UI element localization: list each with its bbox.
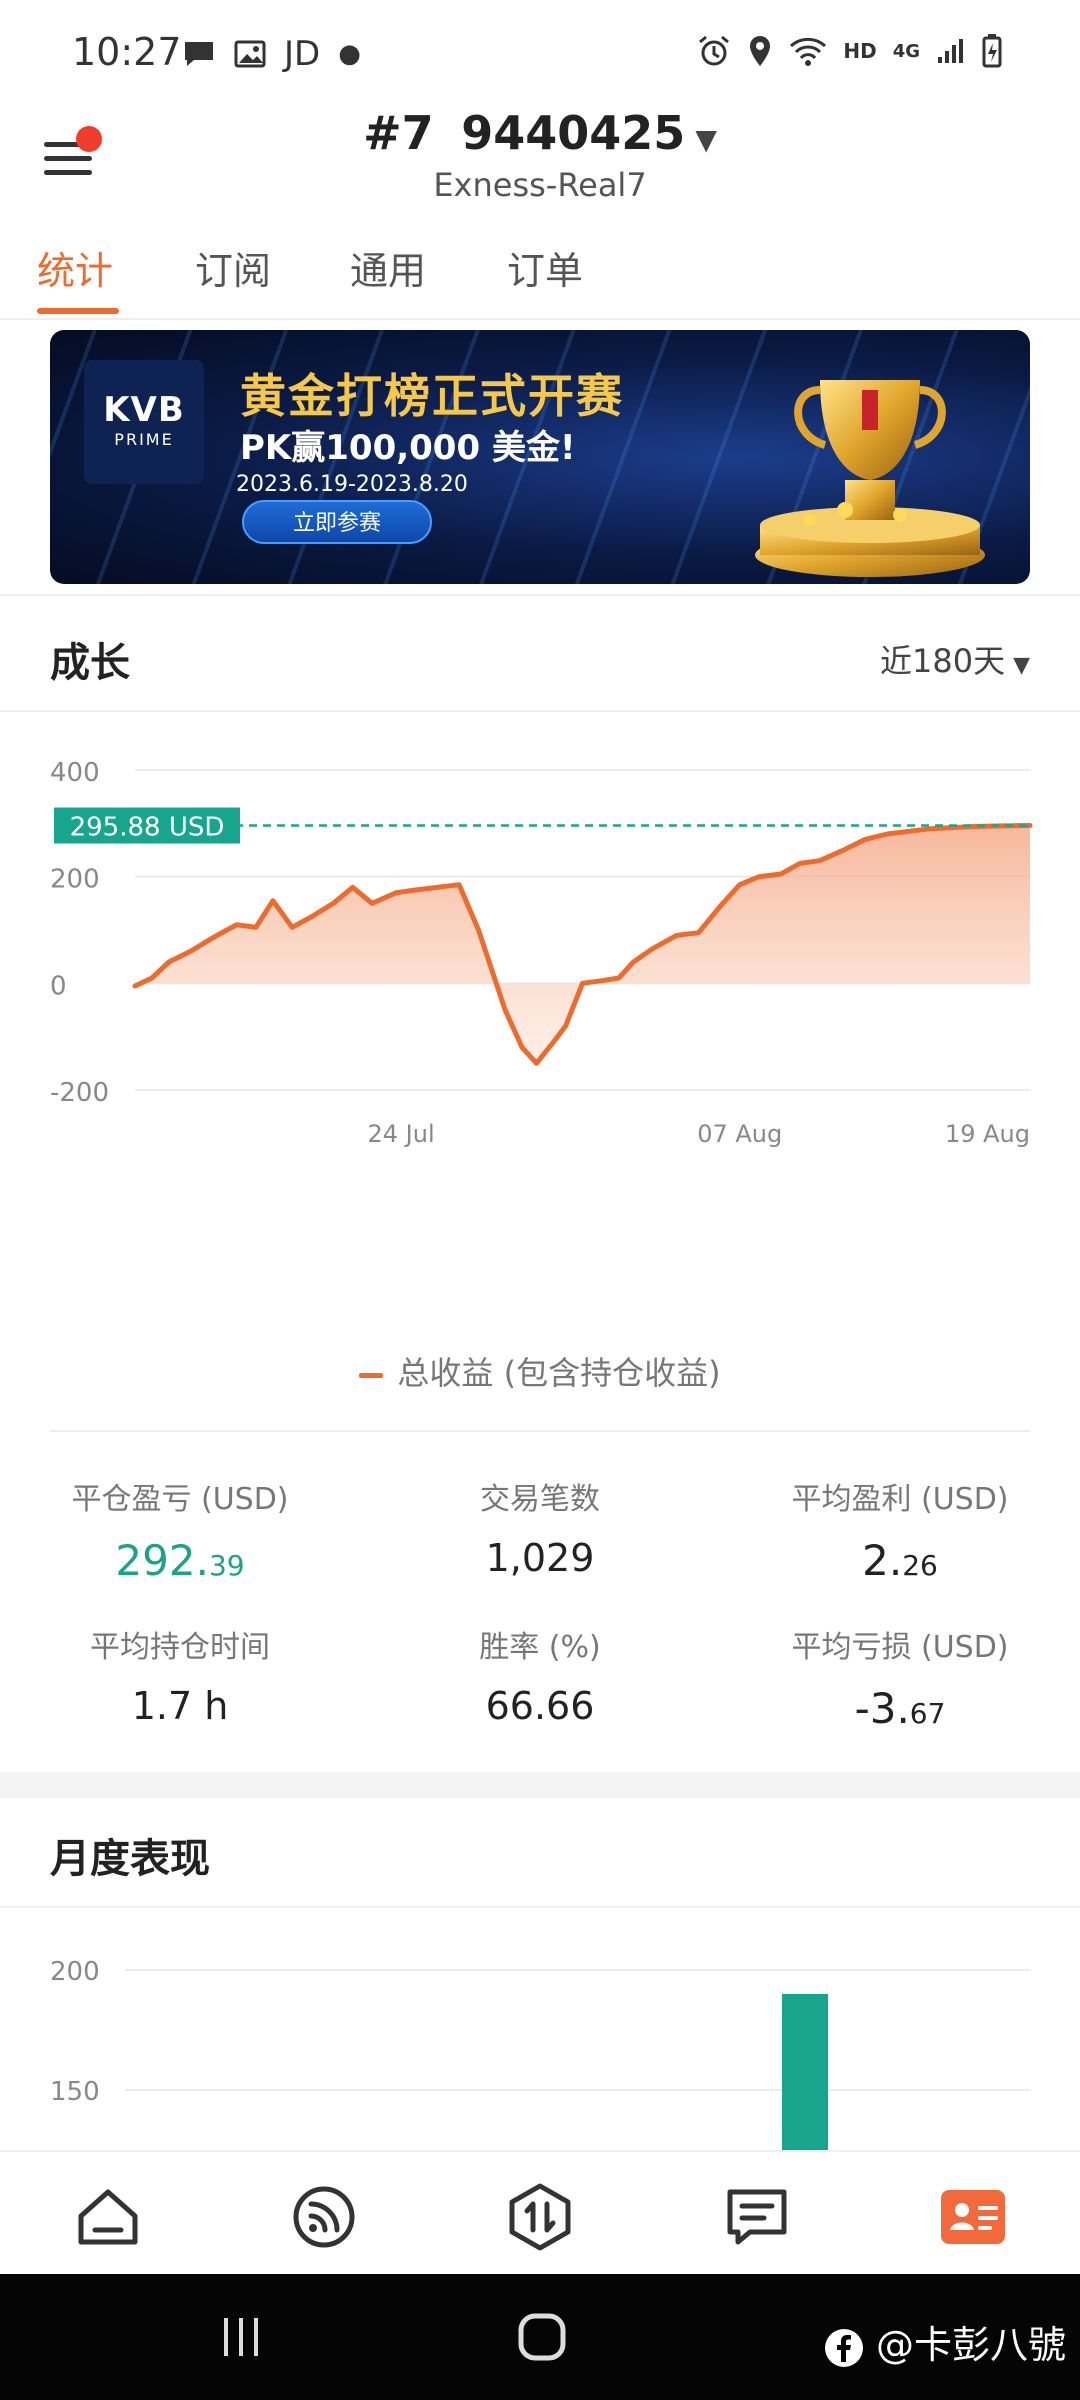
profile-card-icon[interactable] [938, 2182, 1008, 2252]
alarm-icon [699, 35, 730, 66]
monthly-chart: 200 150 [50, 1957, 1030, 2150]
y-tick-label: 200 [50, 1957, 100, 1987]
tab-general[interactable]: 通用 [350, 240, 426, 295]
promo-banner[interactable]: KVB PRIME 黄金打榜正式开赛 PK赢100,000 美金! 2023.6… [50, 330, 1030, 584]
stat-win-rate: 胜率 (%) 66.66 [360, 1622, 720, 1728]
chart-legend: 总收益 (包含持仓收益) [0, 1348, 1080, 1394]
current-value-text: 295.88 USD [70, 813, 225, 843]
wifi-icon [790, 37, 827, 66]
stat-value-dec: 26 [902, 1549, 938, 1582]
logo-main-text: KVB [103, 390, 185, 430]
header: #7 9440425 ▼ Exness-Real7 [0, 100, 1080, 220]
account-selector[interactable]: #7 9440425 ▼ [0, 106, 1080, 160]
growth-title: 成长 [50, 640, 130, 686]
trophy-icon [755, 380, 985, 577]
monthly-title: 月度表现 [50, 1836, 210, 1882]
signal-icon [938, 39, 963, 63]
message-icon [185, 42, 213, 66]
range-select[interactable]: 近180天 ▼ [880, 636, 1030, 682]
stat-value-int: 2. [862, 1536, 903, 1585]
stat-avg-hold: 平均持仓时间 1.7 h [0, 1622, 360, 1728]
y-tick-label: 200 [50, 865, 100, 895]
bottom-nav [0, 2150, 1080, 2274]
status-bar: 10:27 JD ● HD 4G [0, 0, 1080, 110]
stat-value-int: 292. [115, 1536, 209, 1585]
facebook-icon [824, 2328, 863, 2367]
stat-value: 292.39 [0, 1536, 360, 1585]
tab-orders[interactable]: 订单 [507, 240, 583, 295]
tab-bar: 统计 订阅 通用 订单 [0, 230, 1080, 320]
tab-subscribe[interactable]: 订阅 [195, 240, 271, 295]
dot-icon: ● [338, 39, 361, 69]
section-divider [0, 710, 1080, 712]
section-gap [0, 1772, 1080, 1798]
stat-label: 平仓盈亏 (USD) [71, 1482, 289, 1517]
trade-icon[interactable] [505, 2182, 575, 2252]
tab-stats[interactable]: 统计 [37, 240, 113, 295]
home-icon[interactable] [73, 2182, 143, 2252]
growth-chart: 400 200 0 -200 295.88 USD 24 Jul 07 Aug 19 Aug [50, 758, 1033, 1148]
stat-value-dec: 39 [208, 1549, 245, 1582]
watermark: @卡彭八號 [824, 2314, 1066, 2369]
banner-dates: 2023.6.19-2023.8.20 [236, 472, 468, 497]
system-nav-bar: @卡彭八號 [0, 2274, 1080, 2400]
account-number: #7 9440425 [363, 106, 686, 160]
y-tick-label: 150 [50, 2077, 100, 2107]
legend-swatch [359, 1372, 384, 1378]
join-button[interactable]: 立即参赛 [242, 500, 432, 544]
battery-icon [982, 34, 1002, 68]
4g-label: 4G [892, 40, 920, 62]
stat-value: 66.66 [485, 1684, 595, 1728]
stat-value: 1,029 [485, 1536, 595, 1580]
location-icon [750, 36, 771, 66]
y-tick-label: -200 [50, 1078, 109, 1108]
stat-trades: 交易笔数 1,029 [360, 1474, 720, 1580]
stat-value: -3.67 [720, 1684, 1080, 1733]
stat-value: 2.26 [720, 1536, 1080, 1585]
legend-label: 总收益 (包含持仓收益) [397, 1354, 721, 1392]
status-time: 10:27 [72, 30, 182, 74]
stat-value: 1.7 h [131, 1684, 229, 1728]
orders-icon[interactable] [722, 2182, 792, 2252]
status-right-icons: HD 4G [697, 34, 1002, 68]
caret-down-icon: ▼ [1013, 653, 1030, 678]
jd-label: JD [284, 34, 321, 74]
feed-icon[interactable] [289, 2182, 359, 2252]
y-tick-label: 400 [50, 758, 100, 788]
image-icon [234, 40, 266, 68]
stat-avg-loss: 平均亏损 (USD) -3.67 [720, 1622, 1080, 1733]
status-left-icons: JD ● [182, 34, 361, 74]
watermark-text: @卡彭八號 [875, 2323, 1066, 2367]
section-divider [50, 1430, 1030, 1432]
area-fill [135, 825, 1030, 1064]
stat-value-dec: 67 [909, 1697, 946, 1730]
stat-label: 平均盈利 (USD) [791, 1482, 1009, 1517]
x-tick-label: 07 Aug [697, 1120, 782, 1148]
section-divider [0, 1906, 1080, 1908]
stat-label: 平均亏损 (USD) [791, 1630, 1009, 1665]
stat-avg-profit: 平均盈利 (USD) 2.26 [720, 1474, 1080, 1585]
x-tick-label: 19 Aug [945, 1120, 1030, 1148]
banner-subtitle: PK赢100,000 美金! [240, 428, 576, 468]
banner-title: 黄金打榜正式开赛 [240, 369, 624, 423]
range-select-value: 近180天 [879, 642, 1006, 680]
y-tick-label: 0 [50, 971, 67, 1001]
account-server: Exness-Real7 [433, 166, 647, 204]
logo-sub-text: PRIME [114, 430, 174, 449]
stat-value-int: -3. [854, 1684, 910, 1733]
recents-icon[interactable] [218, 2314, 264, 2360]
active-tab-indicator [37, 308, 119, 314]
stat-closed-pnl: 平仓盈亏 (USD) 292.39 [0, 1474, 360, 1585]
section-divider [0, 594, 1080, 596]
x-tick-label: 24 Jul [368, 1120, 435, 1148]
hd-label: HD [843, 39, 877, 63]
stat-label: 平均持仓时间 [90, 1630, 270, 1665]
stat-label: 交易笔数 [480, 1482, 600, 1517]
home-button-icon[interactable] [517, 2312, 567, 2362]
stat-label: 胜率 (%) [479, 1630, 601, 1665]
kvb-logo: KVB PRIME [84, 360, 204, 484]
caret-down-icon: ▼ [695, 123, 717, 156]
monthly-bar[interactable] [782, 1994, 828, 2150]
